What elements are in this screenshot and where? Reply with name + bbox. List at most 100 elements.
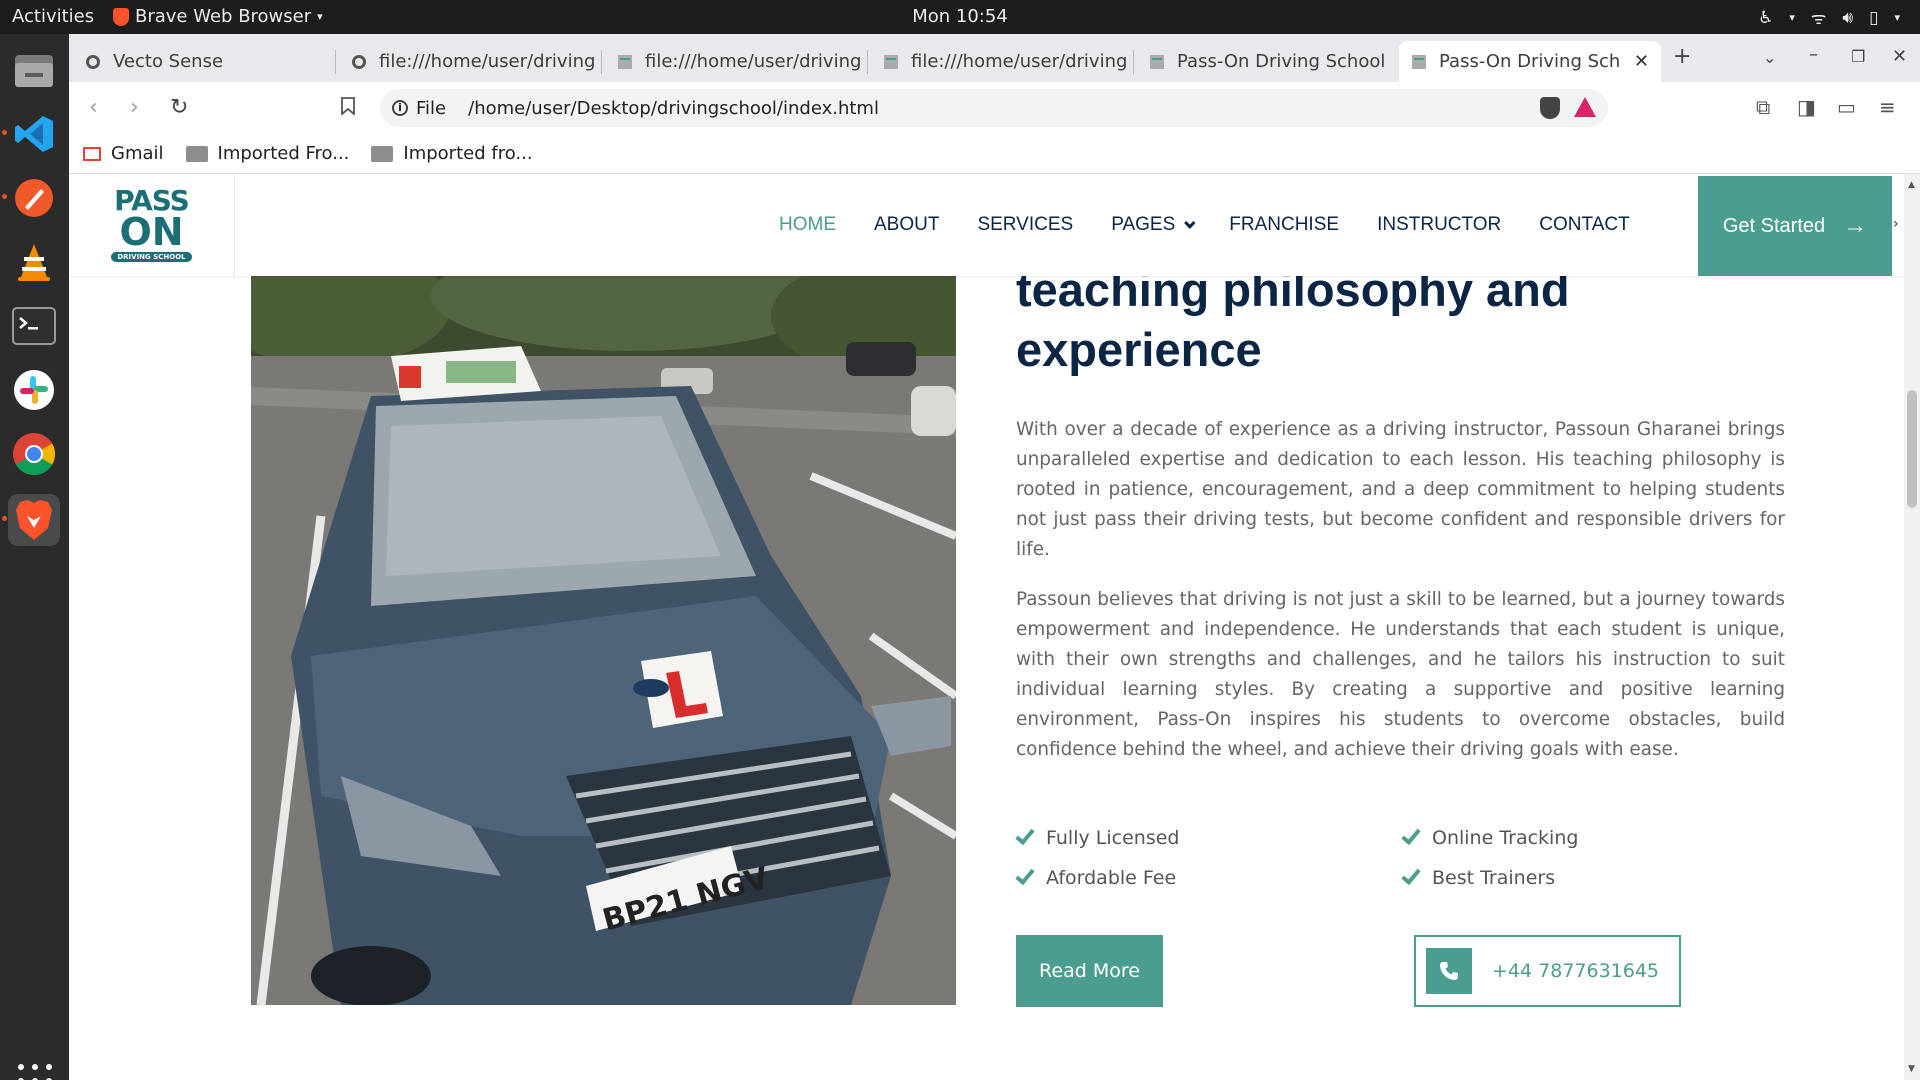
page-icon: [617, 54, 633, 70]
read-more-button[interactable]: Read More: [1016, 935, 1163, 1007]
running-indicator: [2, 130, 7, 135]
scrollbar-thumb[interactable]: [1907, 390, 1917, 508]
check-icon: [1015, 864, 1035, 886]
bookmark-folder-1[interactable]: Imported Fro...: [185, 143, 350, 164]
arrow-right-icon: →: [1843, 212, 1868, 239]
clock[interactable]: Mon 10:54: [912, 6, 1008, 27]
brave-rewards-icon[interactable]: [1574, 97, 1596, 117]
files-icon[interactable]: [8, 44, 60, 96]
vlc-icon[interactable]: [8, 236, 60, 288]
bookmark-gmail[interactable]: Gmail: [83, 143, 164, 164]
close-window-icon[interactable]: ✕: [1892, 46, 1907, 67]
new-tab-icon[interactable]: +: [1673, 44, 1691, 69]
reload-icon[interactable]: ↻: [170, 95, 188, 120]
volume-icon[interactable]: 🔊︎: [1842, 8, 1853, 28]
feature-item: Best Trainers: [1401, 864, 1556, 890]
get-started-button[interactable]: Get Started →: [1698, 176, 1892, 276]
brave-icon: [113, 7, 129, 26]
globe-icon: [351, 54, 367, 70]
back-icon[interactable]: ‹: [89, 95, 98, 120]
terminal-icon[interactable]: [8, 300, 60, 352]
tab-pass-on-1[interactable]: Pass-On Driving School: [1137, 41, 1399, 82]
restore-icon[interactable]: ❐: [1851, 47, 1865, 66]
section-heading: teaching philosophy and experience: [1016, 263, 1570, 376]
chevron-down-icon: [1184, 217, 1196, 229]
tab-file-2[interactable]: file:///home/user/driving: [605, 41, 867, 82]
phone-call-button[interactable]: +44 7877631645: [1414, 935, 1681, 1007]
close-tab-icon[interactable]: ✕: [1624, 51, 1649, 72]
vscode-icon[interactable]: [2, 108, 60, 160]
activities-button[interactable]: Activities: [12, 6, 94, 27]
system-top-bar: Activities Brave Web Browser ▾ Mon 10:54…: [0, 0, 1920, 34]
bookmark-folder-2[interactable]: Imported fro...: [371, 143, 533, 164]
folder-icon: [185, 145, 208, 162]
feature-item: Online Tracking: [1401, 824, 1579, 850]
app-menu[interactable]: Brave Web Browser ▾: [113, 6, 323, 27]
scroll-up-icon[interactable]: ▲: [1908, 180, 1915, 190]
bookmarks-bar: Gmail Imported Fro... Imported fro...: [69, 134, 1920, 174]
show-applications-icon[interactable]: [18, 1064, 52, 1080]
bookmark-icon[interactable]: [341, 96, 355, 121]
address-bar[interactable]: i File /home/user/Desktop/drivingschool/…: [380, 89, 1608, 127]
tab-title: file:///home/user/driving: [645, 51, 862, 72]
scroll-down-icon[interactable]: ▼: [1908, 1064, 1915, 1074]
feature-label: Best Trainers: [1432, 867, 1556, 889]
nav-services[interactable]: SERVICES: [977, 214, 1073, 236]
logo-text-on: ON: [119, 210, 184, 254]
browser-toolbar: ‹ › ↻ i File /home/user/Desktop/drivings…: [69, 82, 1920, 134]
page-scrollbar[interactable]: ▲ ▼: [1904, 174, 1920, 1080]
bookmark-label: Imported Fro...: [217, 143, 350, 164]
nav-home[interactable]: HOME: [779, 214, 836, 236]
nav-about[interactable]: ABOUT: [874, 214, 939, 236]
tab-pass-on-active[interactable]: Pass-On Driving Scho ✕: [1399, 41, 1661, 82]
get-started-label: Get Started: [1722, 214, 1826, 237]
phone-number: +44 7877631645: [1492, 960, 1660, 982]
tab-file-1[interactable]: file:///home/user/driving: [339, 41, 601, 82]
tab-vecto-sense[interactable]: Vecto Sense: [73, 41, 335, 82]
system-tray[interactable]: ♿ ▾ ᯤ 🔊︎ ▯ ▾: [1758, 6, 1900, 30]
tab-search-chevron-icon[interactable]: ⌄: [1763, 48, 1776, 67]
bookmark-label: Gmail: [111, 143, 164, 164]
site-info-icon[interactable]: i: [392, 100, 408, 116]
chrome-icon[interactable]: [8, 428, 60, 480]
site-navbar: PASS ON DRIVING SCHOOL HOME ABOUT SERVIC…: [69, 174, 1904, 276]
wallet-icon[interactable]: ▭: [1837, 95, 1856, 119]
slack-icon[interactable]: [8, 364, 60, 416]
tab-title: file:///home/user/driving: [379, 51, 596, 72]
site-logo[interactable]: PASS ON DRIVING SCHOOL: [69, 174, 235, 276]
brave-shields-icon[interactable]: [1540, 97, 1560, 119]
gmail-icon: [83, 146, 101, 161]
battery-icon[interactable]: ▯: [1869, 8, 1878, 28]
pen-app-icon[interactable]: [2, 172, 60, 224]
forward-icon[interactable]: ›: [130, 95, 139, 120]
minimize-icon[interactable]: –: [1809, 44, 1818, 65]
nav-contact[interactable]: CONTACT: [1539, 214, 1629, 236]
nav-franchise[interactable]: FRANCHISE: [1229, 214, 1339, 236]
globe-icon: [85, 54, 101, 70]
extensions-icon[interactable]: ⧉: [1756, 95, 1770, 119]
check-icon: [1401, 824, 1421, 846]
nav-instructor[interactable]: INSTRUCTOR: [1377, 214, 1501, 236]
nav-pages[interactable]: PAGES: [1111, 214, 1196, 236]
tab-title: Vecto Sense: [113, 51, 224, 72]
sidebar-icon[interactable]: ◨: [1797, 95, 1816, 119]
instructor-car-photo: BP21 NGV: [251, 276, 956, 1005]
philosophy-paragraph: Passoun believes that driving is not jus…: [1016, 589, 1785, 760]
chevron-down-icon: ▾: [317, 10, 323, 23]
page-icon: [1411, 54, 1427, 70]
running-indicator: [2, 194, 7, 199]
wifi-icon[interactable]: ᯤ: [1811, 6, 1827, 29]
running-indicator: [2, 516, 7, 521]
tab-file-3[interactable]: file:///home/user/driving: [871, 41, 1133, 82]
intro-paragraph: With over a decade of experience as a dr…: [1016, 419, 1785, 560]
check-icon: [1015, 824, 1035, 846]
chevron-down-icon: ▾: [1789, 11, 1795, 24]
tab-strip: Vecto Sense file:///home/user/driving fi…: [69, 34, 1920, 82]
folder-icon: [371, 145, 394, 162]
feature-label: Online Tracking: [1432, 827, 1579, 849]
accessibility-icon[interactable]: ♿: [1758, 8, 1773, 28]
menu-icon[interactable]: ≡: [1879, 95, 1896, 119]
brave-dock-icon[interactable]: [2, 494, 60, 546]
url-text[interactable]: /home/user/Desktop/drivingschool/index.h…: [468, 98, 879, 119]
feature-item: Fully Licensed: [1015, 824, 1179, 850]
